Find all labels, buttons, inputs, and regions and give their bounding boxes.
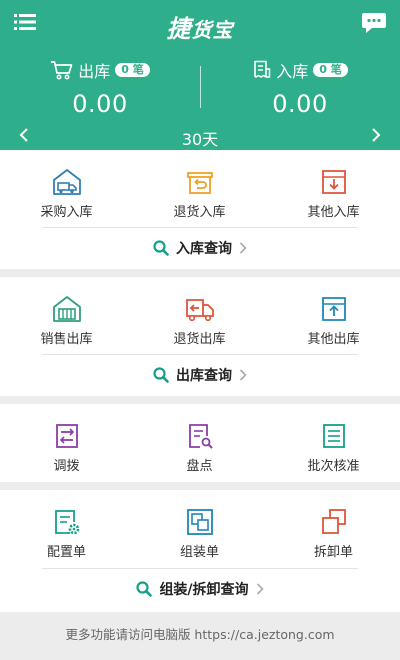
inbound-section: 采购入库 退货入库 其他入库 入库查询: [0, 150, 400, 269]
outbound-query-label: 出库查询: [176, 368, 232, 384]
summary-divider: [200, 66, 201, 108]
return-inbound-label: 退货入库: [173, 205, 226, 220]
assembly-icon: [186, 509, 213, 535]
other-out-box-icon: [321, 297, 346, 321]
config-sheet-icon: [54, 510, 79, 535]
config-sheet-label: 配置单: [46, 545, 86, 560]
search-icon: [136, 581, 153, 597]
transfer-icon: [55, 424, 78, 448]
return-inbound-button[interactable]: 退货入库: [133, 150, 266, 226]
batch-check-button[interactable]: 批次核准: [267, 404, 400, 480]
disassembly-label: 拆卸单: [313, 545, 353, 560]
footer-note: 更多功能请访问电脑版 https://ca.jeztong.com: [0, 612, 400, 660]
header-bar: 捷货宝 出库 0 笔 0.00 入库 0 笔 0.00 30天: [0, 0, 400, 150]
chevron-right-icon: [239, 242, 247, 254]
assembly-section: 配置单 组装单 拆卸单 组装/拆卸查询: [0, 490, 400, 612]
batch-check-icon: [322, 424, 345, 448]
inbound-amount: 0.00: [272, 90, 328, 118]
return-truck-icon: [185, 299, 214, 322]
app-logo: 捷货宝: [166, 15, 234, 43]
sales-warehouse-icon: [52, 296, 81, 322]
assembly-button[interactable]: 组装单: [133, 490, 266, 566]
assembly-label: 组装单: [179, 545, 219, 560]
assembly-query-label: 组装/拆卸查询: [159, 582, 249, 598]
other-inbound-label: 其他入库: [307, 205, 360, 220]
outbound-summary[interactable]: 出库 0 笔 0.00: [0, 58, 200, 120]
misc-section: 调拨 盘点 批次核准: [0, 404, 400, 482]
outbound-query-link[interactable]: 出库查询: [0, 355, 400, 395]
other-in-box-icon: [321, 170, 346, 194]
outbound-section: 销售出库 退货出库 其他出库 出库查询: [0, 277, 400, 396]
assembly-query-link[interactable]: 组装/拆卸查询: [0, 569, 400, 609]
outbound-label: 出库: [78, 62, 111, 81]
inbound-count-badge: 0 笔: [313, 63, 348, 77]
stocktake-button[interactable]: 盘点: [133, 404, 266, 480]
purchase-inbound-label: 采购入库: [40, 205, 93, 220]
batch-check-label: 批次核准: [307, 459, 360, 474]
search-icon: [153, 240, 169, 256]
next-period-arrow-icon[interactable]: [368, 125, 384, 145]
other-outbound-label: 其他出库: [307, 332, 360, 347]
chevron-right-icon: [256, 583, 264, 595]
transfer-button[interactable]: 调拨: [0, 404, 133, 480]
sales-outbound-button[interactable]: 销售出库: [0, 277, 133, 353]
outbound-count-badge: 0 笔: [115, 63, 150, 77]
inbound-summary[interactable]: 入库 0 笔 0.00: [200, 58, 400, 120]
outbound-amount: 0.00: [72, 90, 128, 118]
return-outbound-button[interactable]: 退货出库: [133, 277, 266, 353]
cart-icon: [51, 61, 73, 80]
chevron-right-icon: [239, 369, 247, 381]
disassembly-icon: [321, 509, 346, 534]
disassembly-button[interactable]: 拆卸单: [267, 490, 400, 566]
purchase-warehouse-icon: [52, 169, 81, 195]
other-outbound-button[interactable]: 其他出库: [267, 277, 400, 353]
stocktake-icon: [188, 424, 213, 449]
receipt-icon: [254, 60, 271, 78]
inbound-query-link[interactable]: 入库查询: [0, 228, 400, 268]
purchase-inbound-button[interactable]: 采购入库: [0, 150, 133, 226]
sales-outbound-label: 销售出库: [40, 332, 93, 347]
stocktake-label: 盘点: [186, 459, 213, 474]
inbound-label: 入库: [276, 62, 309, 81]
transfer-label: 调拨: [53, 459, 80, 474]
return-in-box-icon: [186, 172, 213, 194]
search-icon: [153, 367, 169, 383]
period-selector: 30天: [0, 122, 400, 149]
return-outbound-label: 退货出库: [173, 332, 226, 347]
inbound-query-label: 入库查询: [176, 241, 232, 257]
chat-icon[interactable]: [361, 12, 387, 34]
other-inbound-button[interactable]: 其他入库: [267, 150, 400, 226]
period-label: 30天: [181, 130, 219, 149]
config-sheet-button[interactable]: 配置单: [0, 490, 133, 566]
